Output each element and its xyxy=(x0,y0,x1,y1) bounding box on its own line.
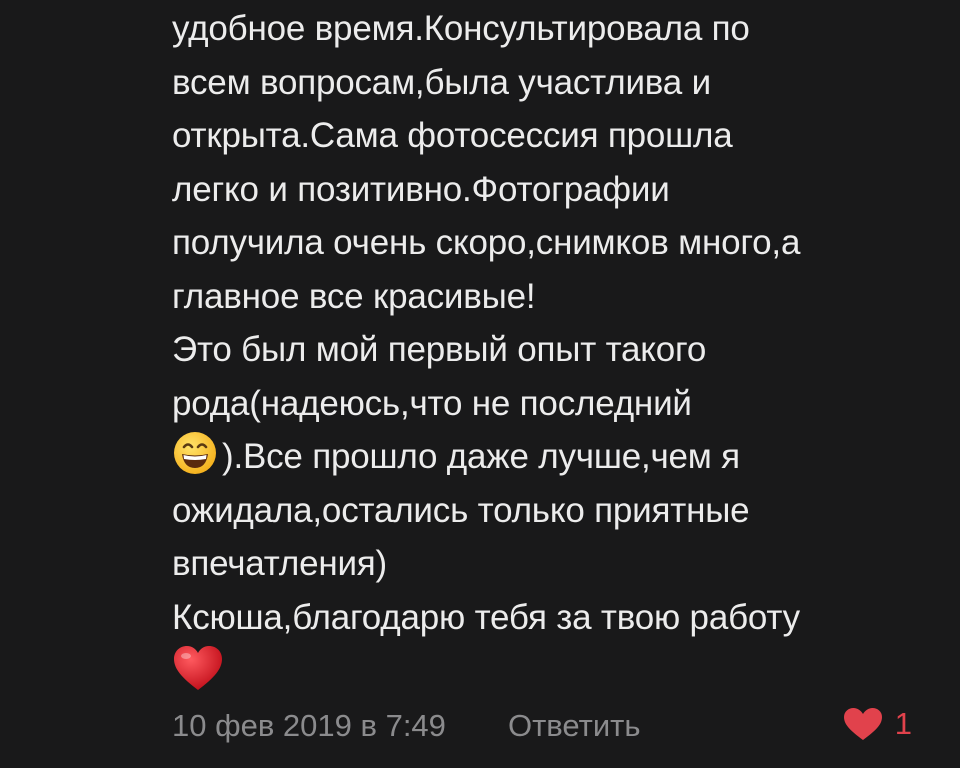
comment-line: рода(надеюсь,что не последний xyxy=(172,383,692,423)
red-heart-emoji-icon xyxy=(174,646,222,690)
comment-line: удобное время.Консультировала по xyxy=(172,9,750,48)
comment-line: ).Все прошло даже лучше,чем я xyxy=(222,437,740,476)
comment-text: удобное время.Консультировала по всем во… xyxy=(172,2,932,698)
comment-line: получила очень скоро,снимков много,а xyxy=(172,223,801,262)
comment-line: Это был мой первый опыт такого xyxy=(172,330,707,369)
grinning-face-emoji-icon xyxy=(174,432,216,474)
comment-line: ожидала,остались только приятные xyxy=(172,490,750,530)
comment-meta: 10 фев 2019 в 7:49 Ответить 1 xyxy=(172,700,932,750)
comment-line: главное все красивые! xyxy=(172,276,536,316)
comment-line: впечатления) xyxy=(172,544,388,583)
like-button[interactable]: 1 xyxy=(843,706,912,742)
likes-count: 1 xyxy=(894,706,912,741)
comment-line: всем вопросам,была участлива и xyxy=(172,62,711,102)
comment-line: легко и позитивно.Фотографии xyxy=(172,169,670,209)
comment-emoji-line xyxy=(172,644,932,698)
comment-line-with-emoji: ).Все прошло даже лучше,чем я xyxy=(172,430,932,484)
heart-icon xyxy=(843,708,882,740)
comment: удобное время.Консультировала по всем во… xyxy=(172,0,932,698)
comment-line: открыта.Сама фотосессия прошла xyxy=(172,116,733,155)
comment-date: 10 фев 2019 в 7:49 xyxy=(172,708,446,743)
reply-button[interactable]: Ответить xyxy=(508,708,641,744)
comment-line: Ксюша,благодарю тебя за твою работу xyxy=(172,597,800,637)
